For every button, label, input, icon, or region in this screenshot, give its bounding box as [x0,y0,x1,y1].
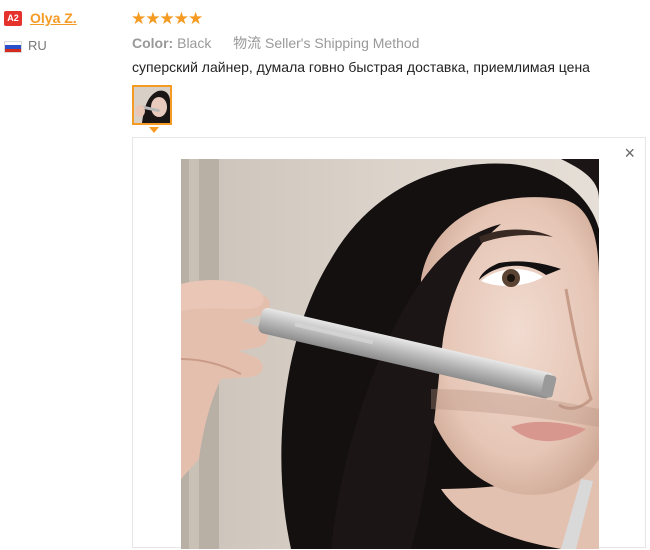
sku-info: Color: Black 物流 Seller's Shipping Method [132,33,419,53]
close-icon[interactable]: × [624,144,635,162]
color-label: Color: [132,35,174,51]
buyer-level-badge: A2 [4,11,22,26]
photo-viewer: × [132,137,646,549]
reviewer-country: RU [28,38,47,53]
thumbnail-image [134,87,170,123]
flag-ru-icon [4,41,22,53]
reviewer-name-link[interactable]: Olya Z. [30,10,77,26]
thumbnail-pointer [149,127,159,133]
review-photo [181,159,599,549]
shipping-method: 物流 Seller's Shipping Method [233,35,420,51]
star-rating: ★★★★★ [131,9,203,28]
color-value: Black [177,35,212,51]
review-photo-thumbnail[interactable] [132,85,172,125]
review-text: суперский лайнер, думала говно быстрая д… [132,59,590,75]
